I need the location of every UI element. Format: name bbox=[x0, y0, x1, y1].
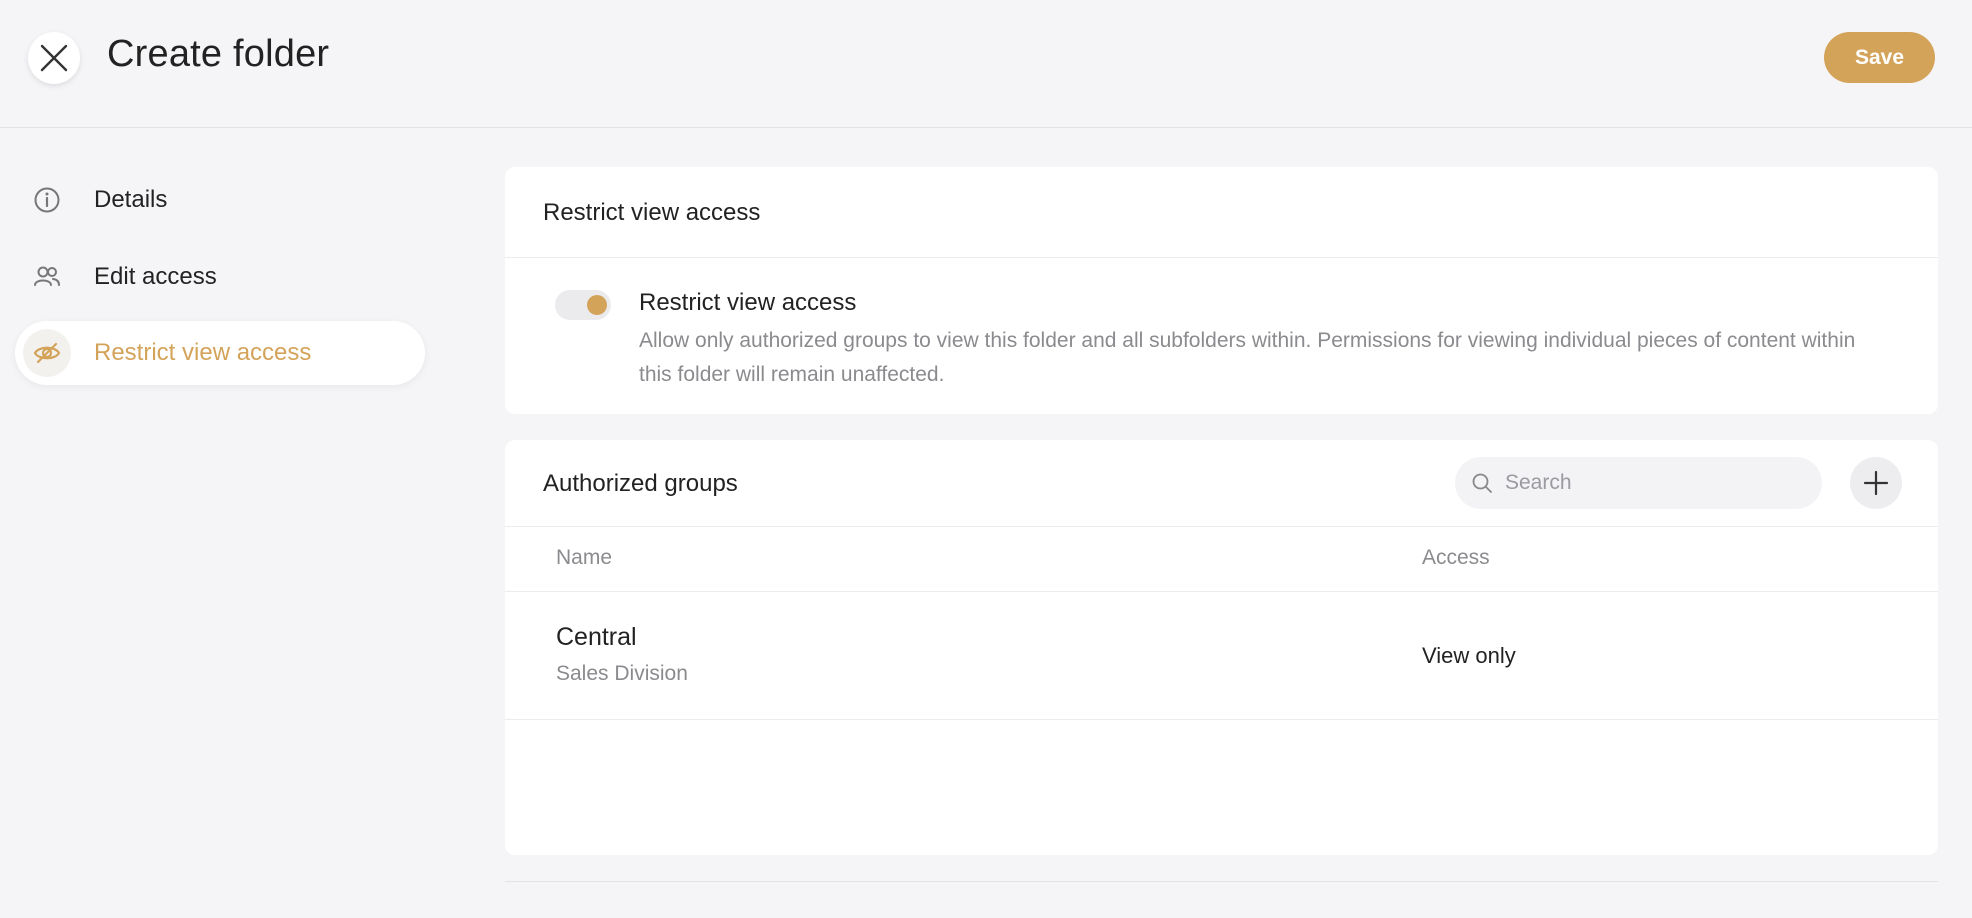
column-header-name: Name bbox=[556, 546, 613, 569]
group-access[interactable]: View only bbox=[1422, 643, 1516, 669]
divider bbox=[505, 257, 1938, 258]
sidebar-item-label: Edit access bbox=[94, 263, 217, 290]
eye-slash-icon bbox=[23, 329, 71, 377]
column-header-access: Access bbox=[1422, 546, 1490, 569]
restrict-view-toggle[interactable] bbox=[555, 290, 611, 320]
sidebar-item-restrict-view-access[interactable]: Restrict view access bbox=[15, 321, 425, 385]
add-group-button[interactable] bbox=[1850, 457, 1902, 509]
toggle-knob bbox=[587, 295, 607, 315]
option-title: Restrict view access bbox=[639, 289, 857, 316]
search-box[interactable] bbox=[1455, 457, 1822, 509]
info-icon bbox=[23, 176, 71, 224]
group-name: Central bbox=[556, 623, 637, 651]
sidebar-item-details[interactable]: Details bbox=[15, 168, 425, 232]
sidebar-item-label: Details bbox=[94, 186, 168, 213]
divider bbox=[505, 591, 1938, 592]
plus-icon bbox=[1863, 470, 1889, 496]
authorized-groups-card: Authorized groups Name Access Central Sa… bbox=[505, 440, 1938, 855]
card-title: Restrict view access bbox=[543, 199, 761, 226]
divider bbox=[505, 526, 1938, 527]
search-input[interactable] bbox=[1505, 471, 1805, 495]
sidebar-item-label: Restrict view access bbox=[94, 339, 312, 366]
card-title: Authorized groups bbox=[543, 470, 738, 497]
option-description: Allow only authorized groups to view thi… bbox=[639, 329, 1856, 386]
divider bbox=[505, 719, 1938, 720]
close-icon bbox=[40, 44, 68, 72]
users-icon bbox=[23, 253, 71, 301]
restrict-view-access-card: Restrict view access Restrict view acces… bbox=[505, 167, 1938, 414]
save-button[interactable]: Save bbox=[1824, 32, 1935, 83]
divider bbox=[505, 881, 1938, 882]
page-title: Create folder bbox=[107, 33, 330, 75]
sidebar-item-edit-access[interactable]: Edit access bbox=[15, 245, 425, 309]
close-button[interactable] bbox=[28, 32, 80, 84]
header: Create folder Save bbox=[0, 0, 1972, 128]
search-icon bbox=[1469, 470, 1495, 496]
group-subtitle: Sales Division bbox=[556, 662, 688, 685]
